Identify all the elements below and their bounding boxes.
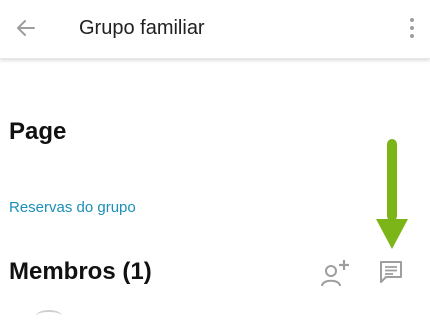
down-arrow-annotation xyxy=(376,139,408,249)
members-heading: Membros (1) xyxy=(9,258,152,285)
group-reservations-link[interactable]: Reservas do grupo xyxy=(9,199,136,216)
overflow-menu-button[interactable] xyxy=(400,10,424,46)
back-button[interactable] xyxy=(8,10,44,46)
arrow-left-icon xyxy=(17,20,35,36)
more-vert-icon xyxy=(410,18,414,38)
app-bar: Grupo familiar xyxy=(0,0,430,59)
page-title: Grupo familiar xyxy=(79,17,205,39)
person-add-icon xyxy=(321,260,349,287)
add-member-button[interactable] xyxy=(318,256,354,290)
group-chat-button[interactable] xyxy=(373,255,409,289)
avatar-edge xyxy=(36,310,62,322)
section-heading: Page xyxy=(9,118,67,145)
message-icon xyxy=(380,261,402,283)
